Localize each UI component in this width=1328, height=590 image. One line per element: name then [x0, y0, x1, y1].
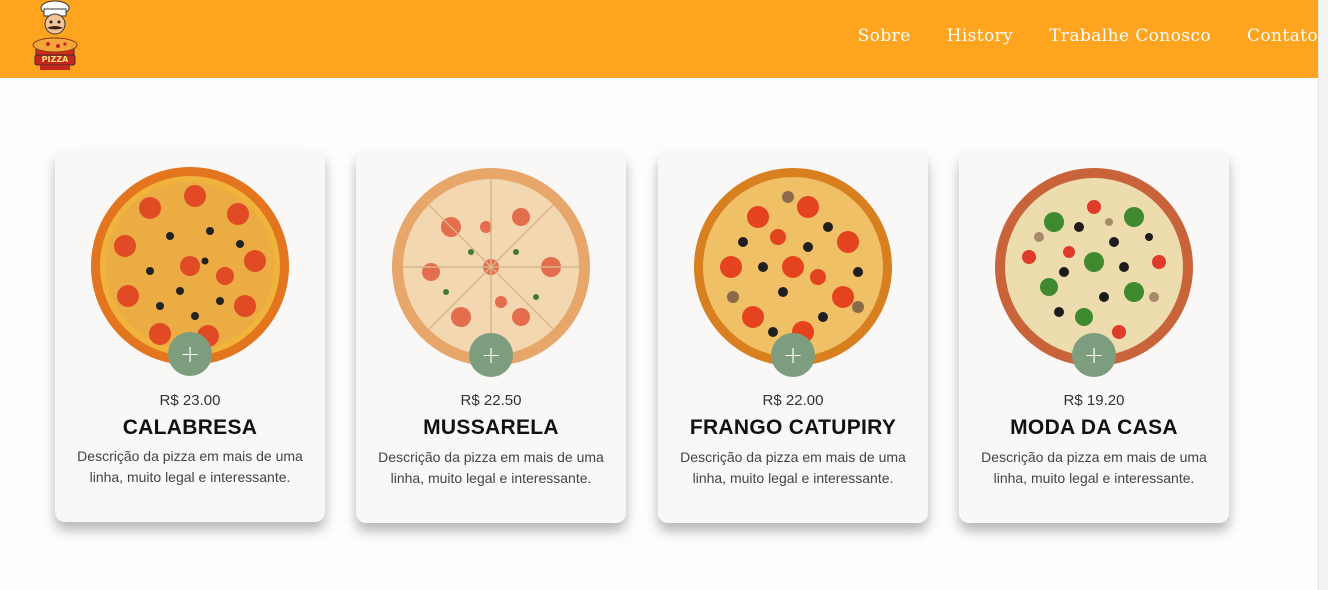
product-price: R$ 22.00: [762, 392, 824, 409]
product-price: R$ 22.50: [460, 392, 522, 409]
site-header: PIZZA Sobre History Trabalhe Conosco Con…: [0, 0, 1318, 78]
pizza-chef-logo[interactable]: PIZZA: [22, 0, 88, 76]
main-nav: Sobre History Trabalhe Conosco Contato: [822, 26, 1318, 46]
product-grid: + R$ 23.00 CALABRESA Descrição da pizza …: [55, 150, 1235, 530]
product-card-moda-da-casa: + R$ 19.20 MODA DA CASA Descrição da piz…: [959, 151, 1229, 523]
product-card-mussarela: + R$ 22.50 MUSSARELA Descrição da pizza …: [356, 151, 626, 523]
add-button[interactable]: +: [469, 333, 513, 377]
nav-history[interactable]: History: [947, 26, 1014, 46]
add-button[interactable]: +: [771, 333, 815, 377]
page-scrollbar[interactable]: [1318, 0, 1328, 590]
product-description: Descrição da pizza em mais de uma linha,…: [981, 449, 1207, 486]
product-description: Descrição da pizza em mais de uma linha,…: [378, 449, 604, 486]
product-name: MODA DA CASA: [1010, 416, 1178, 439]
product-description: Descrição da pizza em mais de uma linha,…: [680, 449, 906, 486]
product-card-calabresa: + R$ 23.00 CALABRESA Descrição da pizza …: [55, 150, 325, 522]
product-name: MUSSARELA: [423, 416, 559, 439]
nav-contato[interactable]: Contato: [1247, 26, 1318, 46]
nav-trabalhe-conosco[interactable]: Trabalhe Conosco: [1049, 26, 1211, 46]
product-name: CALABRESA: [122, 416, 258, 439]
product-price: R$ 23.00: [159, 392, 221, 409]
product-price: R$ 19.20: [1063, 392, 1125, 409]
nav-sobre[interactable]: Sobre: [858, 26, 911, 46]
product-name: FRANGO CATUPIRY: [689, 416, 897, 439]
add-button[interactable]: +: [1072, 333, 1116, 377]
product-description: Descrição da pizza em mais de uma linha,…: [77, 448, 303, 485]
add-button[interactable]: +: [168, 332, 212, 376]
product-card-frango-catupiry: + R$ 22.00 FRANGO CATUPIRY Descrição da …: [658, 151, 928, 523]
logo-text: PIZZA: [41, 55, 69, 64]
